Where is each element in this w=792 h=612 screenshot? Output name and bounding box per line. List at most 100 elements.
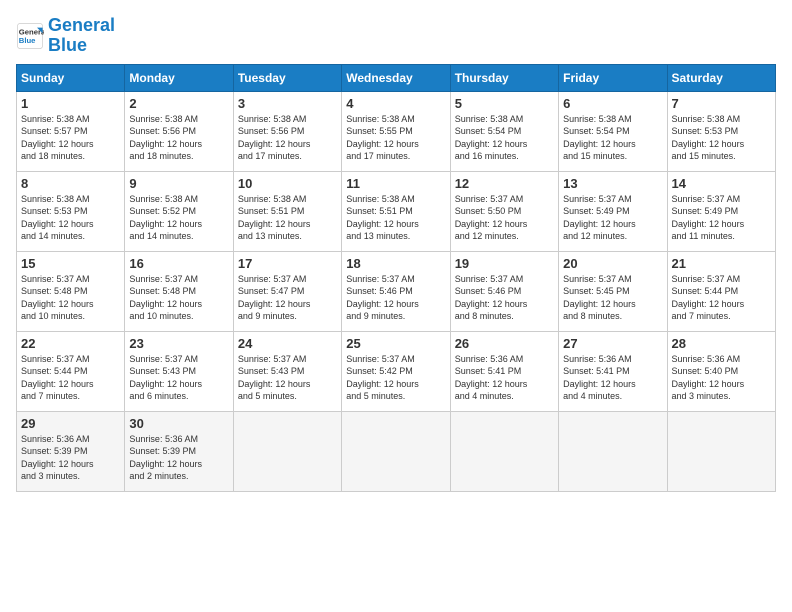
calendar-cell: 19Sunrise: 5:37 AM Sunset: 5:46 PM Dayli…: [450, 251, 558, 331]
day-number: 8: [21, 176, 120, 191]
day-info: Sunrise: 5:37 AM Sunset: 5:49 PM Dayligh…: [672, 193, 771, 243]
day-number: 30: [129, 416, 228, 431]
day-number: 11: [346, 176, 445, 191]
day-number: 20: [563, 256, 662, 271]
calendar-cell: 20 Sunrise: 5:37 AM Sunset: 5:45 PM Dayli…: [559, 251, 667, 331]
calendar-cell: 3 Sunrise: 5:38 AM Sunset: 5:56 PM Daylig…: [233, 91, 341, 171]
calendar-table: SundayMondayTuesdayWednesdayThursdayFrid…: [16, 64, 776, 492]
header-row: SundayMondayTuesdayWednesdayThursdayFrid…: [17, 64, 776, 91]
day-info: Sunrise: 5:36 AM Sunset: 5:40 PM Dayligh…: [672, 353, 771, 403]
calendar-cell: 2 Sunrise: 5:38 AM Sunset: 5:56 PM Daylig…: [125, 91, 233, 171]
day-info: Sunrise: 5:38 AM Sunset: 5:51 PM Dayligh…: [346, 193, 445, 243]
day-number: 21: [672, 256, 771, 271]
day-info: Sunrise: 5:38 AM Sunset: 5:52 PM Dayligh…: [129, 193, 228, 243]
calendar-cell: 24 Sunrise: 5:37 AM Sunset: 5:43 PM Dayli…: [233, 331, 341, 411]
day-info: Sunrise: 5:37 AM Sunset: 5:42 PM Dayligh…: [346, 353, 445, 403]
page-header: General Blue GeneralBlue: [16, 16, 776, 56]
day-info: Sunrise: 5:37 AM Sunset: 5:48 PM Dayligh…: [21, 273, 120, 323]
calendar-cell: [450, 411, 558, 491]
calendar-cell: 12Sunrise: 5:37 AM Sunset: 5:50 PM Dayli…: [450, 171, 558, 251]
calendar-header: SundayMondayTuesdayWednesdayThursdayFrid…: [17, 64, 776, 91]
calendar-cell: 11 Sunrise: 5:38 AM Sunset: 5:51 PM Dayli…: [342, 171, 450, 251]
calendar-cell: 22 Sunrise: 5:37 AM Sunset: 5:44 PM Dayli…: [17, 331, 125, 411]
calendar-cell: 26 Sunrise: 5:36 AM Sunset: 5:41 PM Dayli…: [450, 331, 558, 411]
calendar-cell: 1 Sunrise: 5:38 AM Sunset: 5:57 PM Daylig…: [17, 91, 125, 171]
calendar-body: 1 Sunrise: 5:38 AM Sunset: 5:57 PM Daylig…: [17, 91, 776, 491]
day-info: Sunrise: 5:36 AM Sunset: 5:39 PM Dayligh…: [129, 433, 228, 483]
week-row-0: 1 Sunrise: 5:38 AM Sunset: 5:57 PM Daylig…: [17, 91, 776, 171]
day-info: Sunrise: 5:37 AM Sunset: 5:43 PM Dayligh…: [129, 353, 228, 403]
day-info: Sunrise: 5:38 AM Sunset: 5:51 PM Dayligh…: [238, 193, 337, 243]
day-info: Sunrise: 5:37 AM Sunset: 5:46 PM Dayligh…: [346, 273, 445, 323]
header-friday: Friday: [559, 64, 667, 91]
week-row-3: 22 Sunrise: 5:37 AM Sunset: 5:44 PM Dayli…: [17, 331, 776, 411]
calendar-cell: 17 Sunrise: 5:37 AM Sunset: 5:47 PM Dayli…: [233, 251, 341, 331]
day-info: Sunrise: 5:38 AM Sunset: 5:55 PM Dayligh…: [346, 113, 445, 163]
day-number: 4: [346, 96, 445, 111]
svg-text:Blue: Blue: [19, 36, 36, 45]
calendar-cell: 16Sunrise: 5:37 AM Sunset: 5:48 PM Dayli…: [125, 251, 233, 331]
day-number: 1: [21, 96, 120, 111]
calendar-cell: 13 Sunrise: 5:37 AM Sunset: 5:49 PM Dayli…: [559, 171, 667, 251]
day-number: 16: [129, 256, 228, 271]
week-row-1: 8 Sunrise: 5:38 AM Sunset: 5:53 PM Daylig…: [17, 171, 776, 251]
calendar-cell: 28Sunrise: 5:36 AM Sunset: 5:40 PM Dayli…: [667, 331, 775, 411]
day-info: Sunrise: 5:38 AM Sunset: 5:53 PM Dayligh…: [21, 193, 120, 243]
day-number: 2: [129, 96, 228, 111]
day-number: 27: [563, 336, 662, 351]
day-number: 25: [346, 336, 445, 351]
day-number: 17: [238, 256, 337, 271]
calendar-cell: 4 Sunrise: 5:38 AM Sunset: 5:55 PM Daylig…: [342, 91, 450, 171]
day-number: 3: [238, 96, 337, 111]
day-info: Sunrise: 5:38 AM Sunset: 5:57 PM Dayligh…: [21, 113, 120, 163]
day-info: Sunrise: 5:37 AM Sunset: 5:44 PM Dayligh…: [672, 273, 771, 323]
calendar-cell: 15 Sunrise: 5:37 AM Sunset: 5:48 PM Dayli…: [17, 251, 125, 331]
day-number: 6: [563, 96, 662, 111]
day-info: Sunrise: 5:36 AM Sunset: 5:41 PM Dayligh…: [563, 353, 662, 403]
day-number: 15: [21, 256, 120, 271]
day-info: Sunrise: 5:37 AM Sunset: 5:49 PM Dayligh…: [563, 193, 662, 243]
day-info: Sunrise: 5:38 AM Sunset: 5:54 PM Dayligh…: [563, 113, 662, 163]
header-tuesday: Tuesday: [233, 64, 341, 91]
calendar-cell: [667, 411, 775, 491]
day-number: 10: [238, 176, 337, 191]
day-info: Sunrise: 5:37 AM Sunset: 5:44 PM Dayligh…: [21, 353, 120, 403]
day-info: Sunrise: 5:38 AM Sunset: 5:54 PM Dayligh…: [455, 113, 554, 163]
header-sunday: Sunday: [17, 64, 125, 91]
day-info: Sunrise: 5:38 AM Sunset: 5:56 PM Dayligh…: [238, 113, 337, 163]
day-number: 14: [672, 176, 771, 191]
day-info: Sunrise: 5:38 AM Sunset: 5:56 PM Dayligh…: [129, 113, 228, 163]
logo-icon: General Blue: [16, 22, 44, 50]
day-number: 13: [563, 176, 662, 191]
day-number: 23: [129, 336, 228, 351]
calendar-cell: 5 Sunrise: 5:38 AM Sunset: 5:54 PM Daylig…: [450, 91, 558, 171]
day-number: 5: [455, 96, 554, 111]
week-row-2: 15 Sunrise: 5:37 AM Sunset: 5:48 PM Dayli…: [17, 251, 776, 331]
day-info: Sunrise: 5:37 AM Sunset: 5:47 PM Dayligh…: [238, 273, 337, 323]
day-info: Sunrise: 5:37 AM Sunset: 5:45 PM Dayligh…: [563, 273, 662, 323]
calendar-cell: 30 Sunrise: 5:36 AM Sunset: 5:39 PM Dayli…: [125, 411, 233, 491]
day-number: 29: [21, 416, 120, 431]
day-number: 22: [21, 336, 120, 351]
calendar-cell: 23 Sunrise: 5:37 AM Sunset: 5:43 PM Dayli…: [125, 331, 233, 411]
calendar-cell: 8 Sunrise: 5:38 AM Sunset: 5:53 PM Daylig…: [17, 171, 125, 251]
calendar-cell: 18 Sunrise: 5:37 AM Sunset: 5:46 PM Dayli…: [342, 251, 450, 331]
header-monday: Monday: [125, 64, 233, 91]
calendar-cell: 27 Sunrise: 5:36 AM Sunset: 5:41 PM Dayli…: [559, 331, 667, 411]
day-info: Sunrise: 5:36 AM Sunset: 5:41 PM Dayligh…: [455, 353, 554, 403]
calendar-cell: 25 Sunrise: 5:37 AM Sunset: 5:42 PM Dayli…: [342, 331, 450, 411]
header-thursday: Thursday: [450, 64, 558, 91]
day-number: 19: [455, 256, 554, 271]
day-number: 24: [238, 336, 337, 351]
day-info: Sunrise: 5:36 AM Sunset: 5:39 PM Dayligh…: [21, 433, 120, 483]
calendar-cell: [233, 411, 341, 491]
calendar-cell: 14 Sunrise: 5:37 AM Sunset: 5:49 PM Dayli…: [667, 171, 775, 251]
calendar-cell: 21 Sunrise: 5:37 AM Sunset: 5:44 PM Dayli…: [667, 251, 775, 331]
day-number: 9: [129, 176, 228, 191]
day-info: Sunrise: 5:37 AM Sunset: 5:43 PM Dayligh…: [238, 353, 337, 403]
header-wednesday: Wednesday: [342, 64, 450, 91]
day-number: 18: [346, 256, 445, 271]
header-saturday: Saturday: [667, 64, 775, 91]
day-number: 26: [455, 336, 554, 351]
day-info: Sunrise: 5:37 AM Sunset: 5:50 PM Dayligh…: [455, 193, 554, 243]
